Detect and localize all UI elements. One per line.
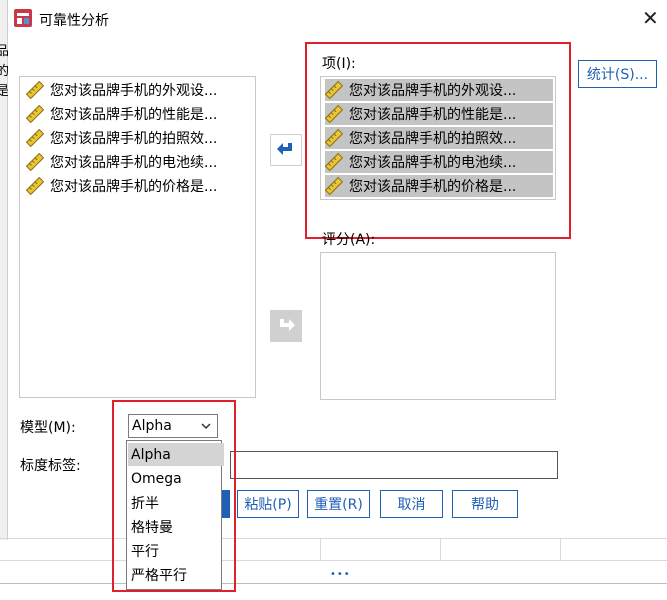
scale-label-input[interactable] bbox=[230, 451, 558, 479]
ruler-icon bbox=[26, 105, 44, 123]
ruler-icon bbox=[26, 153, 44, 171]
list-item-label: 您对该品牌手机的性能是... bbox=[50, 107, 218, 123]
ruler-icon bbox=[26, 81, 44, 99]
close-icon[interactable]: ✕ bbox=[642, 6, 659, 30]
arrow-left-icon bbox=[277, 143, 292, 155]
app-icon bbox=[14, 9, 32, 27]
arrow-right-icon bbox=[280, 319, 295, 331]
list-item-label: 您对该品牌手机的外观设... bbox=[50, 83, 218, 99]
background-sheet-edge: 品 的 是 bbox=[0, 0, 9, 540]
sheet-gridline bbox=[320, 538, 321, 560]
source-variable-list[interactable]: 您对该品牌手机的外观设... 您对该品牌手机的性能是... 您对该品牌手机的拍照… bbox=[19, 76, 256, 398]
scale-label: 标度标签: bbox=[20, 458, 81, 474]
highlight-box-model bbox=[112, 400, 236, 592]
sheet-gridline bbox=[560, 538, 561, 560]
list-item-label: 您对该品牌手机的价格是... bbox=[50, 179, 218, 195]
sheet-gridline bbox=[0, 560, 667, 561]
cancel-button[interactable]: 取消 bbox=[380, 490, 443, 518]
ruler-icon bbox=[26, 129, 44, 147]
statistics-button[interactable]: 统计(S)... bbox=[578, 60, 657, 88]
model-label: 模型(M): bbox=[20, 420, 76, 436]
list-item-label: 您对该品牌手机的电池续... bbox=[50, 155, 218, 171]
highlight-box-items bbox=[305, 42, 571, 239]
rater-list[interactable] bbox=[320, 252, 556, 400]
move-right-button[interactable] bbox=[270, 310, 302, 342]
move-left-button[interactable] bbox=[270, 134, 302, 166]
ruler-icon bbox=[26, 177, 44, 195]
more-dots-icon[interactable]: ••• bbox=[330, 569, 351, 580]
help-button[interactable]: 帮助 bbox=[452, 490, 518, 518]
paste-button[interactable]: 粘贴(P) bbox=[237, 490, 299, 518]
list-item[interactable]: 您对该品牌手机的价格是... bbox=[26, 175, 217, 197]
list-item[interactable]: 您对该品牌手机的外观设... bbox=[26, 79, 217, 101]
list-item[interactable]: 您对该品牌手机的电池续... bbox=[26, 151, 217, 173]
list-item-label: 您对该品牌手机的拍照效... bbox=[50, 131, 218, 147]
sheet-gridline bbox=[0, 538, 667, 539]
window-title: 可靠性分析 bbox=[39, 13, 109, 29]
sheet-gridline bbox=[440, 538, 441, 560]
list-item[interactable]: 您对该品牌手机的性能是... bbox=[26, 103, 217, 125]
sheet-gridline bbox=[0, 583, 667, 584]
rater-label: 评分(A): bbox=[322, 232, 376, 248]
reset-button[interactable]: 重置(R) bbox=[307, 490, 370, 518]
list-item[interactable]: 您对该品牌手机的拍照效... bbox=[26, 127, 217, 149]
